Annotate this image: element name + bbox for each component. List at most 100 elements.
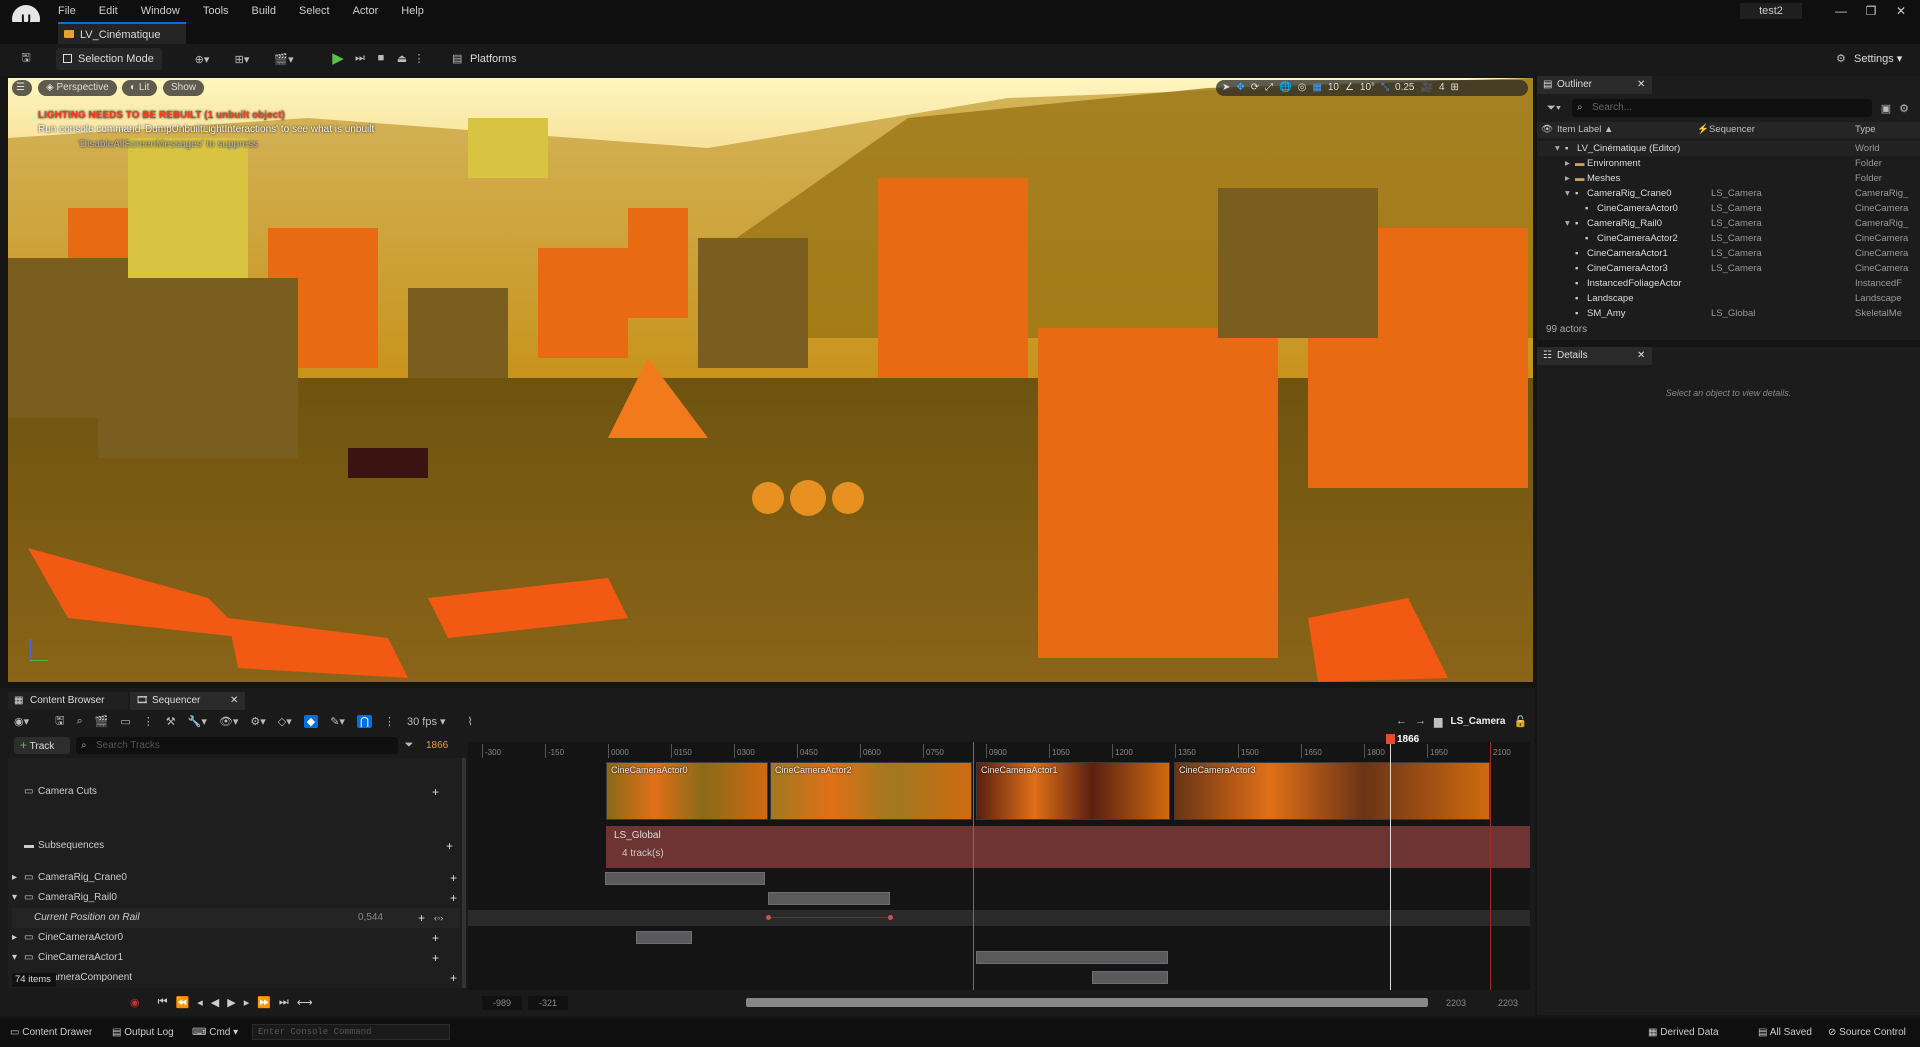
save-icon[interactable]: 🖫: [18, 50, 34, 66]
content-browser-tab[interactable]: ▦ Content Browser: [8, 692, 128, 710]
outliner-close-icon[interactable]: ✕: [1637, 76, 1645, 94]
add-icon[interactable]: +: [432, 928, 439, 948]
track-cinecameraactor1[interactable]: ▾ ▭ CineCameraActor1 +: [12, 948, 460, 968]
playback-options-icon[interactable]: 👁▾: [219, 715, 239, 728]
outliner-tab[interactable]: ▤ Outliner ✕: [1537, 76, 1652, 94]
current-frame[interactable]: 1866: [426, 740, 448, 751]
camera-speed-icon[interactable]: 🎥: [1421, 80, 1433, 96]
next-key-icon[interactable]: ⏩: [257, 996, 271, 1009]
sequence-name[interactable]: LS_Camera: [1450, 716, 1505, 727]
tree-arrow-icon[interactable]: ▸: [1565, 156, 1570, 171]
rotation-snap-value[interactable]: 10°: [1360, 80, 1375, 96]
menu-tools[interactable]: Tools: [203, 0, 229, 22]
output-log-button[interactable]: ▤ Output Log: [112, 1024, 180, 1042]
track-filter-icon[interactable]: ⏷: [402, 737, 416, 754]
blueprint-icon[interactable]: ⊞▾: [228, 50, 256, 68]
camera-actor-icon[interactable]: ▭: [120, 715, 130, 728]
scale-tool-icon[interactable]: ⤢: [1265, 80, 1273, 96]
key-nav-icon[interactable]: ‹◦›: [434, 908, 443, 928]
menu-select[interactable]: Select: [299, 0, 330, 22]
jump-start-icon[interactable]: ⏮: [158, 996, 168, 1009]
play-forward-icon[interactable]: ▶: [227, 996, 235, 1009]
outliner-row[interactable]: ▪ CineCameraActor1 LS_Camera CineCamera: [1537, 246, 1920, 261]
record-icon[interactable]: ◉: [130, 996, 140, 1009]
snap-options-icon[interactable]: ⋮: [384, 715, 395, 728]
select-tool-icon[interactable]: ➤: [1222, 80, 1230, 96]
fps-select[interactable]: 30 fps ▾: [407, 715, 446, 728]
scale-snap-icon[interactable]: ⤡: [1381, 80, 1389, 96]
add-actor-icon[interactable]: ⊕▾: [188, 50, 216, 68]
world-space-icon[interactable]: 🌐: [1279, 80, 1291, 96]
brush-icon[interactable]: ✎▾: [330, 715, 345, 728]
camera-cut-clip[interactable]: CineCameraActor1: [976, 762, 1170, 820]
minimize-icon[interactable]: —: [1826, 0, 1856, 22]
cmd-select[interactable]: ⌨ Cmd ▾: [192, 1024, 246, 1042]
working-range-start[interactable]: -321: [528, 996, 568, 1010]
selection-mode-button[interactable]: Selection Mode ▾: [56, 48, 162, 87]
select-edit-icon[interactable]: ⚙▾: [250, 715, 265, 728]
track-cameracomponent[interactable]: ameraComponent +: [12, 968, 460, 988]
expand-icon[interactable]: ▸: [12, 868, 17, 888]
view-options-icon[interactable]: 🔧▾: [188, 715, 207, 728]
level-viewport[interactable]: [8, 78, 1533, 682]
col-type[interactable]: Type: [1855, 122, 1876, 138]
viewport-menu-icon[interactable]: ☰: [12, 80, 32, 96]
menu-help[interactable]: Help: [401, 0, 424, 22]
surface-snap-icon[interactable]: ◎: [1298, 80, 1307, 96]
back-icon[interactable]: ←: [1396, 715, 1407, 727]
section-bar[interactable]: [605, 872, 765, 885]
section-bar[interactable]: [976, 951, 1168, 964]
outliner-row[interactable]: ▪ CineCameraActor0 LS_Camera CineCamera: [1537, 201, 1920, 216]
camera-cut-clip[interactable]: CineCameraActor2: [770, 762, 972, 820]
outliner-row[interactable]: ▸ ▬ Environment Folder: [1537, 156, 1920, 171]
add-icon[interactable]: +: [446, 836, 453, 856]
next-frame-icon[interactable]: ▸: [244, 996, 250, 1009]
cinematics-icon[interactable]: 🎬▾: [270, 50, 298, 68]
menu-file[interactable]: File: [58, 0, 76, 22]
seq-save-icon[interactable]: 🖫: [55, 712, 64, 731]
level-tab[interactable]: LV_Cinématique: [58, 22, 186, 44]
section-bar[interactable]: [768, 892, 890, 905]
outliner-row[interactable]: ▪ Landscape Landscape: [1537, 291, 1920, 306]
outliner-row[interactable]: ▸ ▬ Meshes Folder: [1537, 171, 1920, 186]
track-list-splitter[interactable]: [462, 758, 466, 988]
prev-frame-icon[interactable]: ◂: [197, 996, 203, 1009]
jump-end-icon[interactable]: ⏭: [279, 996, 289, 1009]
play-icon[interactable]: ▶: [330, 49, 346, 67]
lit-button[interactable]: ◐ Lit: [122, 80, 158, 96]
track-subsequences[interactable]: ▬ Subsequences +: [12, 836, 460, 856]
collapse-icon[interactable]: ▾: [12, 948, 17, 968]
playhead-handle-icon[interactable]: [1386, 734, 1395, 744]
show-button[interactable]: Show: [163, 80, 205, 96]
visibility-icon[interactable]: 👁: [1541, 122, 1553, 138]
menu-edit[interactable]: Edit: [99, 0, 118, 22]
details-close-icon[interactable]: ✕: [1637, 347, 1645, 365]
add-icon[interactable]: +: [432, 948, 439, 968]
curve-editor-icon[interactable]: ⌇: [468, 715, 473, 728]
add-icon[interactable]: +: [450, 888, 457, 908]
track-camerarig-crane0[interactable]: ▸ ▭ CameraRig_Crane0 +: [12, 868, 460, 888]
col-item-label[interactable]: Item Label ▲: [1557, 122, 1613, 138]
eject-icon[interactable]: ⏏: [394, 49, 410, 67]
source-control-button[interactable]: ⊘ Source Control: [1828, 1024, 1918, 1042]
add-icon[interactable]: +: [450, 868, 457, 888]
actions-icon[interactable]: ⚒: [166, 715, 176, 728]
camera-speed-value[interactable]: 4: [1439, 80, 1445, 96]
lock-icon[interactable]: 🔓: [1514, 715, 1528, 728]
playback-end-marker[interactable]: [1490, 742, 1491, 990]
section-bar[interactable]: [636, 931, 692, 944]
outliner-settings-icon[interactable]: ⚙: [1897, 100, 1911, 116]
close-window-icon[interactable]: ✕: [1886, 0, 1916, 22]
rotate-tool-icon[interactable]: ⟳: [1251, 80, 1259, 96]
prev-key-icon[interactable]: ⏪: [176, 996, 190, 1009]
tree-arrow-icon[interactable]: ▾: [1565, 186, 1570, 201]
expand-icon[interactable]: ▸: [12, 928, 17, 948]
collapse-icon[interactable]: ▾: [12, 888, 17, 908]
add-icon[interactable]: +: [432, 782, 439, 802]
view-range-end[interactable]: 2203: [1488, 996, 1528, 1010]
outliner-row[interactable]: ▪ InstancedFoliageActor InstancedF: [1537, 276, 1920, 291]
outliner-row[interactable]: ▪ CineCameraActor2 LS_Camera CineCamera: [1537, 231, 1920, 246]
settings-button[interactable]: ⚙ Settings ▾: [1832, 48, 1914, 70]
console-input[interactable]: Enter Console Command: [252, 1024, 450, 1040]
filter-icon[interactable]: ⏷▾: [1542, 100, 1566, 116]
